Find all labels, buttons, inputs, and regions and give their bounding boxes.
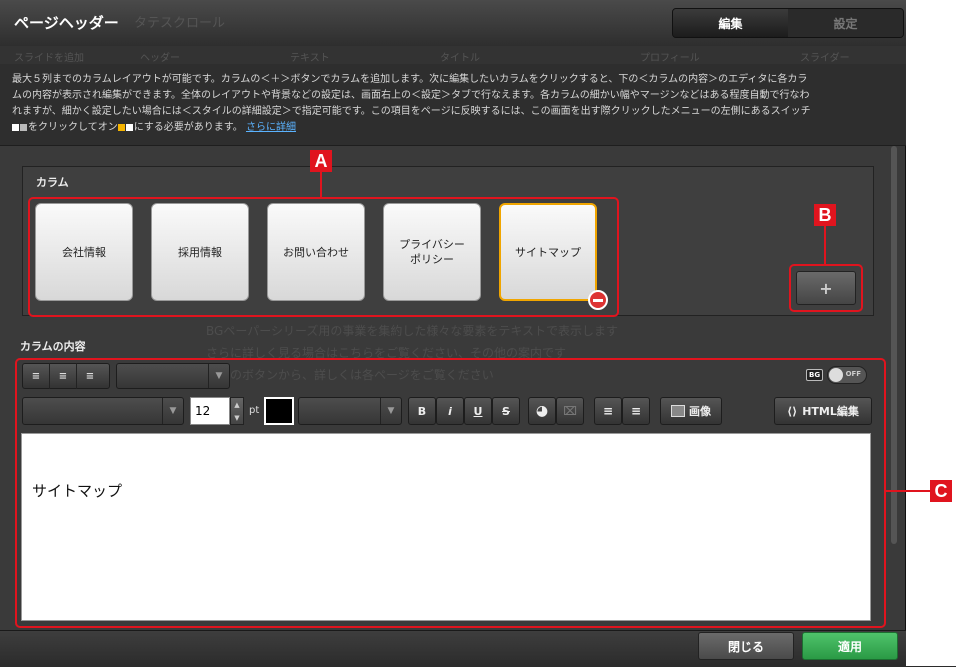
switch-off-swatch-icon bbox=[12, 123, 19, 131]
tab-edit[interactable]: 編集 bbox=[673, 9, 788, 37]
background-menu-item: タイトル bbox=[440, 53, 480, 64]
callout-a-leader bbox=[320, 170, 322, 198]
callout-a-label: A bbox=[310, 150, 332, 172]
callout-b-leader bbox=[824, 226, 826, 264]
background-menu-item: テキスト bbox=[290, 53, 330, 64]
column-content-heading: カラムの内容 bbox=[20, 340, 86, 353]
callout-c-frame bbox=[15, 358, 886, 628]
close-button[interactable]: 閉じる bbox=[698, 632, 794, 660]
mode-tabs: 編集 設定 bbox=[672, 8, 904, 38]
description-segment: をクリックしてオン bbox=[28, 122, 118, 133]
switch-on-swatch-icon bbox=[125, 123, 133, 131]
apply-button[interactable]: 適用 bbox=[802, 632, 898, 660]
description-text: 最大５列までのカラムレイアウトが可能です。カラムの＜＋＞ボタンでカラムを追加しま… bbox=[0, 64, 906, 146]
background-ghost-text: BGペーパーシリーズ用の事業を集約した様々な要素をテキストで表示します bbox=[206, 324, 619, 338]
callout-b-label: B bbox=[814, 204, 836, 226]
description-line: 最大５列までのカラムレイアウトが可能です。カラムの＜＋＞ボタンでカラムを追加しま… bbox=[12, 74, 808, 85]
description-segment: にする必要があります。 bbox=[133, 122, 243, 133]
background-menu-item: プロフィール bbox=[640, 53, 700, 64]
background-menu-row: スライドを追加 ヘッダー テキスト タイトル プロフィール スライダー bbox=[0, 46, 906, 64]
background-menu-item: スライドを追加 bbox=[14, 53, 84, 64]
description-line: をクリックしてオン にする必要があります。 さらに詳細 bbox=[12, 120, 894, 136]
dialog-title: ページヘッダー bbox=[14, 14, 119, 32]
background-menu-item: スライダー bbox=[800, 53, 850, 64]
title-bar: ページヘッダー タテスクロール 編集 設定 bbox=[0, 0, 906, 47]
tab-settings[interactable]: 設定 bbox=[788, 9, 903, 37]
callout-a-frame bbox=[28, 197, 619, 317]
callout-c-leader bbox=[886, 490, 930, 492]
callout-c-label: C bbox=[930, 480, 952, 502]
switch-on-swatch-icon bbox=[117, 123, 125, 131]
switch-off-swatch-icon bbox=[20, 123, 27, 131]
page-header-dialog: ページヘッダー タテスクロール 編集 設定 スライドを追加 ヘッダー テキスト … bbox=[0, 0, 930, 667]
callout-b-frame bbox=[789, 264, 863, 312]
background-page-title: タテスクロール bbox=[134, 16, 226, 31]
scrollbar[interactable] bbox=[891, 146, 897, 544]
outer-background bbox=[906, 0, 956, 666]
background-menu-item: ヘッダー bbox=[140, 53, 180, 64]
more-details-link[interactable]: さらに詳細 bbox=[246, 122, 296, 133]
description-line: ムの内容が表示され編集ができます。全体のレイアウトや背景などの設定は、画面右上の… bbox=[12, 90, 810, 101]
description-line: れますが、細かく設定したい場合には＜スタイルの詳細設定＞で指定可能です。この項目… bbox=[12, 106, 811, 117]
columns-heading: カラム bbox=[36, 176, 69, 189]
